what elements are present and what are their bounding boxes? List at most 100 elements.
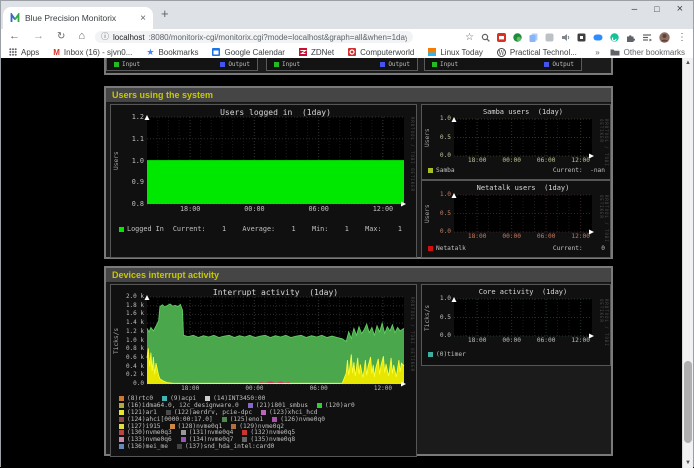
bookmark-item[interactable]: Computerworld bbox=[348, 48, 414, 57]
scroll-down-icon[interactable]: ▼ bbox=[683, 460, 693, 466]
other-bookmarks-label: Other bookmarks bbox=[624, 48, 685, 57]
y-tick-label: 1.6 k bbox=[117, 311, 144, 317]
legend-output: Output bbox=[380, 61, 410, 68]
green-circle-icon[interactable] bbox=[610, 33, 619, 42]
rrdtool-watermark: RRDTOOL / TOBI OETIKER bbox=[599, 299, 609, 365]
legend-item: (137)snd_hda_intel:card0 bbox=[177, 443, 274, 450]
monitorix-page: InputOutput InputOutput InputOutput Users … bbox=[1, 58, 684, 468]
playlist-icon[interactable] bbox=[642, 33, 652, 42]
apps-grid-icon bbox=[9, 48, 17, 56]
scrollbar-thumb[interactable] bbox=[684, 361, 692, 443]
bookmark-label: Linux Today bbox=[440, 48, 483, 57]
legend-swatch bbox=[119, 227, 124, 232]
section-interrupts: Devices interrupt activity Interrupt act… bbox=[104, 266, 613, 456]
home-icon[interactable]: ⌂ bbox=[78, 31, 85, 42]
x-tick-label: 06:00 bbox=[304, 206, 334, 213]
reload-icon[interactable]: ↻ bbox=[57, 32, 65, 42]
bookmark-item[interactable]: ★Bookmarks bbox=[146, 48, 198, 57]
gray-square-icon[interactable] bbox=[545, 33, 554, 42]
chart-legend: Logged In Current: 1 Average: 1 Min: 1 Ma… bbox=[119, 225, 411, 233]
computerworld-icon bbox=[348, 48, 356, 56]
browser-toolbar: ← → ↻ ⌂ ⓘ localhost:8080/monitorix-cgi/moni… bbox=[1, 29, 693, 46]
legend-label: Current: 1 Average: 1 Min: 1 Max: 1 bbox=[173, 225, 402, 233]
chart-canvas bbox=[454, 195, 592, 232]
network-chart-partial[interactable]: InputOutput bbox=[106, 58, 258, 71]
gmail-icon: M bbox=[53, 48, 60, 57]
tab-close-icon[interactable]: × bbox=[140, 13, 146, 24]
legend-item: (136)mei_me bbox=[119, 443, 168, 450]
dark-square-icon[interactable] bbox=[577, 33, 586, 42]
profile-avatar[interactable] bbox=[659, 32, 670, 43]
bookmark-label: Bookmarks bbox=[158, 48, 198, 57]
legend-swatch bbox=[119, 424, 124, 429]
browser-tab[interactable]: Blue Precision Monitorix × bbox=[3, 7, 153, 29]
legend-label: (120)ar0 bbox=[325, 402, 355, 409]
legend-label: (0)timer bbox=[436, 351, 466, 358]
network-chart-partial[interactable]: InputOutput bbox=[424, 58, 582, 71]
bookmark-item[interactable]: WPractical Technol... bbox=[497, 48, 577, 57]
blue-capsule-icon[interactable] bbox=[593, 33, 603, 42]
browser-window: Blue Precision Monitorix × + – □ × ← → ↻ ⌂ … bbox=[0, 0, 694, 467]
bookmark-item[interactable]: MInbox (16) - sjvn0... bbox=[53, 48, 132, 57]
chart-netatalk-users[interactable]: Netatalk users (1day)Users1.00.50.018:00… bbox=[421, 180, 611, 258]
chart-canvas bbox=[147, 117, 404, 204]
wordpress-icon: W bbox=[497, 48, 506, 57]
legend-label: Netatalk bbox=[436, 245, 466, 252]
bookmark-item[interactable]: Apps bbox=[9, 48, 39, 57]
rrdtool-watermark: RRDTOOL / TOBI OETIKER bbox=[599, 195, 609, 257]
network-chart-partial[interactable]: InputOutput bbox=[266, 58, 418, 71]
other-bookmarks-button[interactable]: Other bookmarks bbox=[610, 48, 685, 57]
y-tick-label: 1.1 bbox=[117, 136, 144, 143]
chart-interrupt-activity[interactable]: Interrupt activity (1day)Ticks/s2.0 k1.8… bbox=[110, 284, 417, 457]
chart-core-activity[interactable]: Core activity (1day)Ticks/s1.00.50.018:0… bbox=[421, 284, 611, 366]
rrdtool-watermark: RRDTOOL / TOBI OETIKER bbox=[599, 119, 609, 179]
chart-users-logged-in[interactable]: Users logged in (1day)Users1.21.11.00.90… bbox=[110, 104, 417, 258]
back-icon[interactable]: ← bbox=[9, 31, 20, 42]
legend-label: (136)mei_me bbox=[127, 443, 168, 450]
legend-row: (0)timer bbox=[428, 351, 605, 358]
legend-label: Logged In bbox=[127, 225, 164, 233]
y-tick-label: 0.5 bbox=[424, 211, 451, 217]
page-scrollbar[interactable]: ▲ ▼ bbox=[682, 58, 693, 468]
scroll-up-icon[interactable]: ▲ bbox=[683, 60, 693, 66]
x-tick-label: 00:00 bbox=[497, 338, 527, 344]
close-icon[interactable]: × bbox=[677, 4, 683, 15]
address-bar[interactable]: ⓘ localhost:8080/monitorix-cgi/monitorix… bbox=[95, 31, 413, 43]
x-tick-label: 12:00 bbox=[566, 234, 596, 240]
minimize-icon[interactable]: – bbox=[632, 5, 638, 15]
y-tick-label: 1.0 bbox=[424, 116, 451, 122]
bookmark-label: Google Calendar bbox=[224, 48, 284, 57]
chart-plot-area bbox=[454, 195, 592, 232]
y-tick-label: 0.2 k bbox=[117, 372, 144, 378]
chart-legend: NetatalkCurrent: 0 bbox=[428, 245, 605, 252]
info-icon[interactable]: ⓘ bbox=[101, 33, 109, 41]
copy-pages-icon[interactable] bbox=[529, 33, 538, 42]
legend-swatch bbox=[272, 417, 277, 422]
y-tick-label: 0.9 bbox=[117, 179, 144, 186]
chart-title: Samba users (1day) bbox=[454, 108, 592, 116]
green-globe-icon[interactable] bbox=[513, 33, 522, 42]
legend-swatch bbox=[274, 62, 279, 67]
x-tick-label: 06:00 bbox=[304, 386, 334, 392]
bookmark-item[interactable]: Google Calendar bbox=[212, 48, 284, 57]
puzzle-extensions-icon[interactable] bbox=[626, 33, 635, 42]
new-tab-button[interactable]: + bbox=[161, 6, 169, 21]
legend-label: (126)nvme0q0 bbox=[280, 416, 325, 423]
menu-dots-icon[interactable]: ⋮ bbox=[677, 33, 687, 43]
bookmark-item[interactable]: ZDNet bbox=[299, 48, 334, 57]
mail-checker-icon[interactable] bbox=[497, 33, 506, 42]
bookmarks-overflow-chevron[interactable]: » bbox=[595, 48, 599, 57]
legend-label: (137)snd_hda_intel:card0 bbox=[185, 443, 274, 450]
legend-swatch bbox=[428, 352, 433, 357]
search-icon[interactable] bbox=[481, 33, 490, 42]
y-tick-label: 0.8 k bbox=[117, 346, 144, 352]
speaker-icon[interactable] bbox=[561, 33, 570, 42]
bookmark-item[interactable]: Linux Today bbox=[428, 48, 483, 57]
star-outline-icon[interactable]: ☆ bbox=[465, 33, 474, 43]
chart-samba-users[interactable]: Samba users (1day)Users1.00.50.018:0000:… bbox=[421, 104, 611, 180]
chart-plot-area bbox=[147, 297, 404, 384]
maximize-icon[interactable]: □ bbox=[654, 5, 659, 14]
chart-plot-area bbox=[454, 119, 592, 156]
forward-icon[interactable]: → bbox=[33, 31, 44, 42]
rrdtool-watermark: RRDTOOL / TOBI OETIKER bbox=[410, 117, 415, 192]
